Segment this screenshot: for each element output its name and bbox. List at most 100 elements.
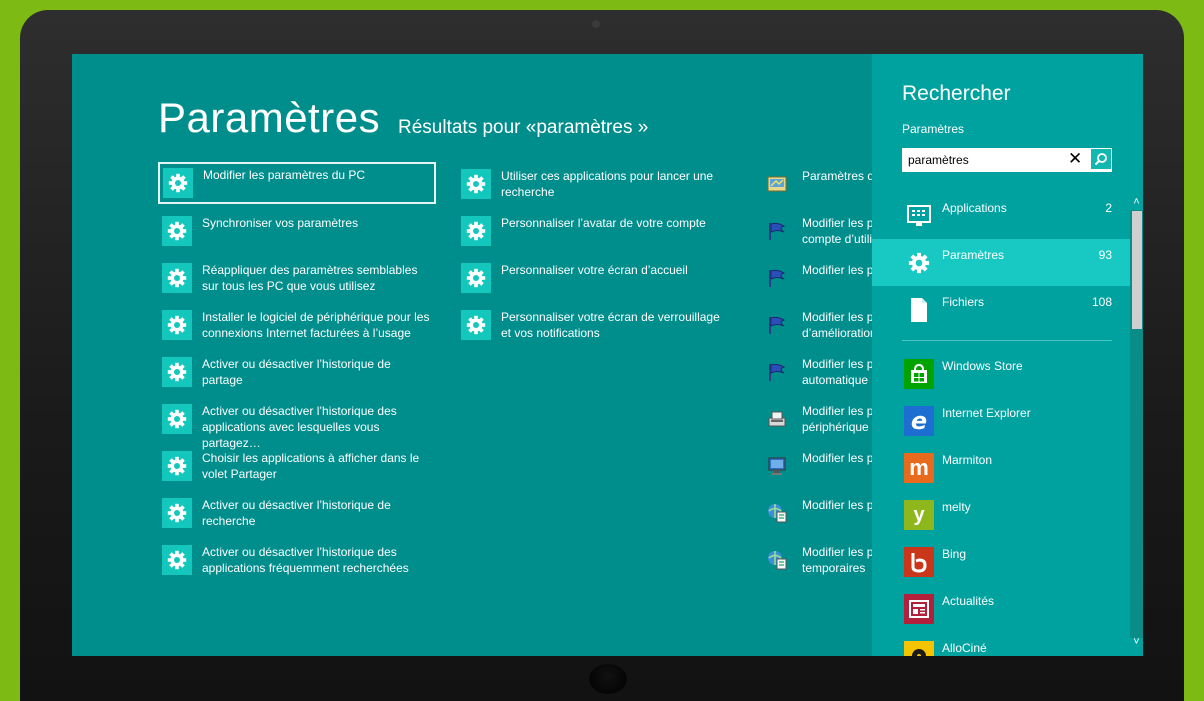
camera-icon	[581, 19, 613, 29]
result-item[interactable]: Activer ou désactiver l’historique des a…	[158, 399, 436, 450]
gear-icon	[461, 169, 491, 199]
scope-count: 2	[1105, 201, 1112, 215]
result-label: Personnaliser votre écran de verrouillag…	[501, 310, 720, 340]
result-label: Utiliser ces applications pour lancer un…	[501, 169, 714, 199]
gear-icon	[162, 216, 192, 246]
internet-explorer-icon: e	[904, 406, 934, 436]
result-label-line1: Modifier les pa	[802, 545, 878, 559]
scrollbar-thumb[interactable]	[1132, 211, 1142, 329]
result-item[interactable]: Choisir les applications à afficher dans…	[158, 446, 436, 488]
app-windows-store[interactable]: Windows Store	[872, 350, 1130, 397]
gear-icon	[904, 248, 934, 278]
gear-icon	[162, 545, 192, 575]
clear-icon[interactable]: ✕	[1068, 149, 1082, 169]
app-melty[interactable]: y melty	[872, 491, 1130, 538]
internet-options-icon	[762, 498, 792, 528]
app-label: Actualités	[942, 594, 995, 608]
control-panel-icon	[762, 169, 792, 199]
panel-divider	[902, 340, 1112, 341]
result-label: Personnaliser l’avatar de votre compte	[501, 216, 706, 230]
result-item[interactable]: Synchroniser vos paramètres	[158, 211, 436, 253]
result-item[interactable]: Personnaliser l’avatar de votre compte	[457, 211, 735, 253]
gear-icon	[163, 168, 193, 198]
scope-applications[interactable]: Applications 2	[872, 192, 1130, 239]
result-label-line1: Modifier les pa	[802, 263, 878, 277]
result-label-line2: compte d’utili	[802, 232, 873, 246]
result-label-line1: Modifier les pa	[802, 216, 878, 230]
result-item[interactable]: Modifier les pa	[758, 258, 878, 300]
result-item[interactable]: Modifier les pa temporaires	[758, 540, 878, 582]
result-label-line2: d’amélioration	[802, 326, 877, 340]
app-actualites[interactable]: Actualités	[872, 585, 1130, 632]
result-label-line2: périphérique	[802, 420, 869, 434]
result-item[interactable]: Installer le logiciel de périphérique po…	[158, 305, 436, 347]
scope-label: Fichiers	[942, 295, 985, 309]
news-icon	[904, 594, 934, 624]
app-internet-explorer[interactable]: e Internet Explorer	[872, 397, 1130, 444]
result-label-line2: temporaires	[802, 561, 866, 575]
gear-icon	[162, 310, 192, 340]
app-label: AlloCiné	[942, 641, 987, 655]
chevron-down-icon[interactable]: ˅	[1130, 634, 1143, 650]
gear-icon	[461, 310, 491, 340]
result-item[interactable]: Modifier les pa compte d’utili	[758, 211, 878, 253]
chevron-up-icon[interactable]: ˄	[1130, 194, 1143, 210]
result-label: Activer ou désactiver l’historique de pa…	[202, 357, 391, 387]
scope-parametres[interactable]: Paramètres 93	[872, 239, 1130, 286]
result-label-line1: Modifier les pa	[802, 404, 878, 418]
app-bing[interactable]: Bing	[872, 538, 1130, 585]
screen: Paramètres Résultats pour «paramètres » …	[72, 54, 1143, 656]
result-item[interactable]: Modifier les pa d’amélioration	[758, 305, 878, 347]
gear-icon	[162, 498, 192, 528]
search-icon[interactable]	[1091, 149, 1111, 169]
marmiton-icon: m	[904, 453, 934, 483]
results-subtitle: Résultats pour «paramètres »	[398, 117, 649, 138]
result-label: Installer le logiciel de périphérique po…	[202, 310, 430, 340]
result-item[interactable]: Modifier les paramètres du PC	[158, 162, 436, 204]
gear-icon	[461, 263, 491, 293]
gear-icon	[162, 263, 192, 293]
result-item[interactable]: Personnaliser votre écran d’accueil	[457, 258, 735, 300]
allocine-icon	[904, 641, 934, 656]
result-item[interactable]: Paramètres de	[758, 164, 878, 206]
result-item[interactable]: Modifier les pa	[758, 446, 878, 488]
search-panel-title: Rechercher	[902, 82, 1011, 105]
result-label: Synchroniser vos paramètres	[202, 216, 359, 230]
search-panel: Rechercher Paramètres ✕ Applications 2 P…	[872, 54, 1143, 656]
gear-icon	[162, 357, 192, 387]
result-item[interactable]: Modifier les pa périphérique	[758, 399, 878, 441]
action-center-flag-icon	[762, 263, 792, 293]
result-item[interactable]: Activer ou désactiver l’historique des a…	[158, 540, 436, 582]
result-item[interactable]: Activer ou désactiver l’historique de re…	[158, 493, 436, 535]
gear-icon	[162, 451, 192, 481]
result-item[interactable]: Réappliquer des paramètres semblables su…	[158, 258, 436, 300]
action-center-flag-icon	[762, 357, 792, 387]
page-title: Paramètres	[158, 94, 381, 141]
applications-icon	[904, 201, 934, 231]
result-label: Modifier les paramètres du PC	[203, 168, 366, 182]
scope-label: Paramètres	[942, 248, 1005, 262]
result-item[interactable]: Modifier les pa automatique	[758, 352, 878, 394]
search-input[interactable]	[908, 152, 1058, 168]
result-item[interactable]: Modifier les pa	[758, 493, 878, 535]
windows-home-button[interactable]	[589, 664, 627, 694]
result-label: Activer ou désactiver l’historique des a…	[202, 545, 409, 575]
scope-fichiers[interactable]: Fichiers 108	[872, 286, 1130, 333]
device-settings-icon	[762, 404, 792, 434]
scope-count: 108	[1091, 295, 1112, 309]
result-label: Personnaliser votre écran d’accueil	[501, 263, 688, 277]
result-item[interactable]: Utiliser ces applications pour lancer un…	[457, 164, 735, 206]
result-label-line1: Modifier les pa	[802, 357, 878, 371]
app-label: Bing	[942, 547, 967, 561]
action-center-flag-icon	[762, 310, 792, 340]
windows-store-icon	[904, 359, 934, 389]
app-allocine[interactable]: AlloCiné	[872, 632, 1130, 656]
file-icon	[904, 295, 934, 325]
result-item[interactable]: Activer ou désactiver l’historique de pa…	[158, 352, 436, 394]
result-label-line1: Modifier les pa	[802, 498, 878, 512]
result-item[interactable]: Personnaliser votre écran de verrouillag…	[457, 305, 735, 347]
app-marmiton[interactable]: m Marmiton	[872, 444, 1130, 491]
result-label: Activer ou désactiver l’historique des a…	[202, 404, 397, 450]
internet-options-icon	[762, 545, 792, 575]
result-label-line1: Modifier les pa	[802, 451, 878, 465]
